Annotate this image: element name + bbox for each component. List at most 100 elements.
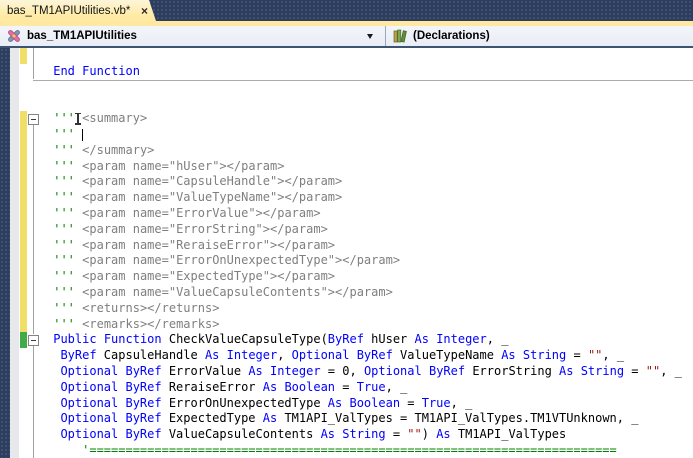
code-line[interactable]: ''' </summary> [46,143,693,159]
code-token: Boolean [284,380,335,394]
code-line[interactable]: ''' <param name="ReraiseError"></param> [46,238,693,254]
code-line[interactable]: ''' <returns></returns> [46,301,693,317]
code-token: ErrorOnUnexpectedType [162,396,328,410]
change-bar [20,301,27,317]
code-line[interactable]: Optional ByRef ErrorOnUnexpectedType As … [46,396,693,412]
code-token: Optional [60,427,118,441]
code-line[interactable]: ByRef CapsuleHandle As Integer, Optional… [46,348,693,364]
fold-region-line [33,346,34,458]
code-token: , _ [451,396,473,410]
code-token [46,427,60,441]
types-dropdown[interactable]: bas_TM1APIUtilities [0,26,386,46]
code-line[interactable]: ''' <param name="ValueCapsuleContents"><… [46,285,693,301]
code-text-area[interactable]: End Function ''' <summary> ''' ''' </sum… [46,48,693,458]
code-token: Optional [60,396,118,410]
change-bar [20,332,27,348]
code-line[interactable]: ''' <param name="ValueTypeName"></param> [46,190,693,206]
code-token: Optional [60,380,118,394]
code-line[interactable]: ''' [46,127,693,143]
code-token: ByRef [125,364,161,378]
declarations-icon [392,28,408,44]
code-token [97,332,104,346]
code-token [349,348,356,362]
code-token: = [566,348,588,362]
code-token: = [335,380,357,394]
code-line[interactable]: ''' <param name="ErrorValue"></param> [46,206,693,222]
code-token: As [263,411,277,425]
code-line[interactable] [46,95,693,111]
code-token: End Function [53,64,140,78]
code-token: ByRef [429,364,465,378]
code-token: Boolean [349,396,400,410]
change-bar [20,269,27,285]
change-bar [20,238,27,254]
code-token: As [436,427,450,441]
code-line[interactable]: ''' <param name="ErrorOnUnexpectedType">… [46,253,693,269]
code-token [422,364,429,378]
code-token: <param name="ValueCapsuleContents"></par… [82,285,393,299]
code-token: ByRef [125,380,161,394]
code-token: As [321,427,335,441]
code-line[interactable] [46,80,693,96]
code-token: <param name="hUser"></param> [82,159,284,173]
code-token: <param name="ReraiseError"></param> [82,238,335,252]
code-token: As [501,348,515,362]
code-token: ''' [53,253,75,267]
code-token: Public [53,332,96,346]
code-token: = [400,396,422,410]
code-token: ''' [53,238,75,252]
document-tab-strip: bas_TM1APIUtilities.vb* × [0,0,693,21]
code-editor[interactable]: End Function ''' <summary> ''' ''' </sum… [0,48,693,458]
code-token [46,396,60,410]
vs-editor-window: { "tab": { "title": "bas_TM1APIUtilities… [0,0,693,458]
collapse-toggle-icon[interactable] [28,335,39,346]
code-token: <summary> [82,111,147,125]
code-line[interactable]: ''' <remarks></remarks> [46,317,693,333]
code-line[interactable]: Optional ByRef ReraiseError As Boolean =… [46,380,693,396]
code-token: ByRef [125,427,161,441]
code-token: ''' [53,222,75,236]
code-line[interactable]: ''' <param name="ExpectedType"></param> [46,269,693,285]
code-token: String [523,348,566,362]
code-token: TM1API_ValTypes [451,427,567,441]
code-token: , _ [386,380,408,394]
code-token: ErrorString [465,364,559,378]
code-line[interactable]: Optional ByRef ValueCapsuleContents As S… [46,427,693,443]
change-bar [20,253,27,269]
code-token: , [277,348,291,362]
code-token [46,380,60,394]
code-token: , _ [660,364,682,378]
code-token [46,364,60,378]
code-line[interactable]: Optional ByRef ExpectedType As TM1API_Va… [46,411,693,427]
fold-region-line [33,48,34,79]
code-token: Optional [60,364,118,378]
code-token [516,348,523,362]
code-line[interactable] [46,48,693,64]
code-token: ByRef [60,348,96,362]
code-line[interactable]: ''' <param name="CapsuleHandle"></param> [46,174,693,190]
code-token: , _ [602,348,624,362]
code-line[interactable]: ''' <param name="hUser"></param> [46,159,693,175]
members-dropdown[interactable]: (Declarations) [386,26,693,46]
collapse-toggle-icon[interactable] [28,114,39,125]
code-token: <param name="ErrorOnUnexpectedType"></pa… [82,253,400,267]
close-icon[interactable]: × [141,6,148,16]
code-token: ByRef [125,411,161,425]
code-token: Optional [292,348,350,362]
code-token [46,348,60,362]
code-line[interactable]: Public Function CheckValueCapsuleType(By… [46,332,693,348]
indicator-margin [10,48,19,458]
code-line[interactable]: Optional ByRef ErrorValue As Integer = 0… [46,364,693,380]
chevron-down-icon[interactable] [367,34,373,39]
code-line[interactable]: ''' <summary> [46,111,693,127]
code-line[interactable]: '=======================================… [46,443,693,458]
change-bar [20,285,27,301]
code-token: <param name="ValueTypeName"></param> [82,190,342,204]
code-line[interactable]: ''' <param name="ErrorString"></param> [46,222,693,238]
code-token: True [357,380,386,394]
code-line[interactable]: End Function [46,64,693,80]
code-token: Optional [60,411,118,425]
code-token: Integer [270,364,321,378]
code-token: Optional [364,364,422,378]
tab-bas-tm1apiutilities[interactable]: bas_TM1APIUtilities.vb* × [0,0,156,21]
